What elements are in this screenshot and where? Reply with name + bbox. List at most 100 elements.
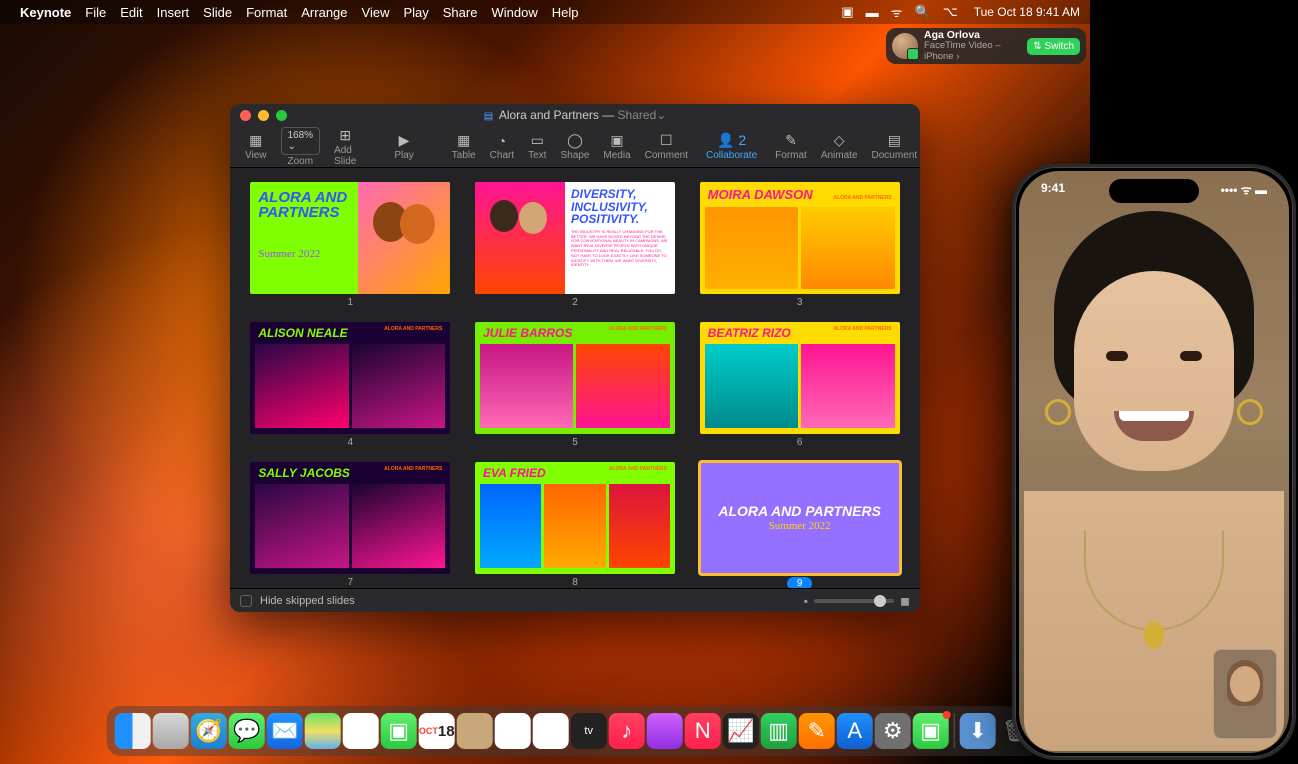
play-button[interactable]: ▶Play [389,132,418,161]
menu-file[interactable]: File [85,5,106,20]
dock-facetime-app[interactable]: ▣ [913,713,949,749]
comment-button[interactable]: ☐Comment [640,132,693,161]
collaborate-icon: 👤 2 [717,132,746,149]
dock-music[interactable]: ♪ [609,713,645,749]
slide-6-tag: ALORA AND PARTNERS [834,326,892,340]
menu-edit[interactable]: Edit [120,5,142,20]
slide-3[interactable]: MOIRA DAWSONALORA AND PARTNERS [700,182,900,294]
view-button[interactable]: ▦View [240,132,272,161]
dock-downloads[interactable]: ⬇ [960,713,996,749]
slide-8[interactable]: EVA FRIEDALORA AND PARTNERS [475,462,675,574]
media-button[interactable]: ▣Media [598,132,635,161]
battery-icon[interactable]: ▬ [866,5,879,20]
slide-num-4: 4 [348,437,354,448]
menu-window[interactable]: Window [491,5,537,20]
slide-2[interactable]: DIVERSITY, INCLUSIVITY, POSITIVITY.THE I… [475,182,675,294]
camera-icon[interactable]: ▣ [841,4,853,20]
chart-icon: ◔ [498,133,506,149]
table-icon: ▦ [457,132,470,149]
iphone-time: 9:41 [1041,181,1065,198]
minimize-button[interactable] [258,110,269,121]
animate-icon: ◇ [834,132,845,149]
slide-9[interactable]: ALORA AND PARTNERSSummer 2022 [700,462,900,574]
switch-icon: ⇅ [1033,41,1041,52]
document-button[interactable]: ▤Document [867,132,920,161]
toolbar: ▦View 168% ⌄Zoom ⊞Add Slide ▶Play ▦Table… [230,126,920,168]
dock-numbers[interactable]: ▥ [761,713,797,749]
dock-news[interactable]: N [685,713,721,749]
slide-2-body: THE INDUSTRY IS REALLY CHANGING FOR THE … [571,230,669,268]
slide-7[interactable]: SALLY JACOBSALORA AND PARTNERS [250,462,450,574]
facetime-caller-face [1044,231,1264,511]
slide-3-tag: ALORA AND PARTNERS [834,195,892,201]
dock-settings[interactable]: ⚙ [875,713,911,749]
menu-insert[interactable]: Insert [157,5,190,20]
dock-tv[interactable]: tv [571,713,607,749]
slide-1-subtitle: Summer 2022 [258,248,350,260]
dock-mail[interactable]: ✉️ [267,713,303,749]
thumbnail-size-slider[interactable] [814,599,894,603]
dock-notes[interactable] [533,713,569,749]
menu-slide[interactable]: Slide [203,5,232,20]
iphone-status-icons: •••• ᯤ ▬ [1221,181,1267,198]
menu-help[interactable]: Help [552,5,579,20]
iphone-screen: 9:41 •••• ᯤ ▬ [1019,171,1289,753]
dock-calendar[interactable]: OCT18 [419,713,455,749]
menu-share[interactable]: Share [443,5,478,20]
dock-photos[interactable]: ❀ [343,713,379,749]
slide-5[interactable]: JULIE BARROSALORA AND PARTNERS [475,322,675,434]
menu-arrange[interactable]: Arrange [301,5,347,20]
slide-4[interactable]: ALISON NEALEALORA AND PARTNERS [250,322,450,434]
fullscreen-button[interactable] [276,110,287,121]
dock-safari[interactable]: 🧭 [191,713,227,749]
dock-reminders[interactable] [495,713,531,749]
menu-play[interactable]: Play [403,5,428,20]
spotlight-icon[interactable]: 🔍 [915,4,931,20]
text-button[interactable]: ▭Text [523,132,551,161]
close-button[interactable] [240,110,251,121]
dock-messages[interactable]: 💬 [229,713,265,749]
app-name[interactable]: Keynote [20,5,71,20]
menu-format[interactable]: Format [246,5,287,20]
dock-finder[interactable] [115,713,151,749]
switch-button[interactable]: ⇅ Switch [1027,38,1080,55]
shape-button[interactable]: ◯Shape [555,132,594,161]
dock-launchpad[interactable] [153,713,189,749]
dock-stocks[interactable]: 📈 [723,713,759,749]
view-icon: ▦ [249,132,262,149]
animate-button[interactable]: ◇Animate [816,132,863,161]
switch-label: Switch [1045,41,1074,52]
dock-facetime[interactable]: ▣ [381,713,417,749]
slide-6[interactable]: BEATRIZ RIZOALORA AND PARTNERS [700,322,900,434]
facetime-handoff-notification[interactable]: Aga Orlova FaceTime Video – iPhone › ⇅ S… [886,28,1086,64]
slide-1[interactable]: ALORA AND PARTNERSSummer 2022 [250,182,450,294]
wifi-icon[interactable]: ᯤ [891,3,903,21]
hide-skipped-checkbox[interactable] [240,595,252,607]
control-center-icon[interactable]: ⌥ [943,4,958,20]
collaborate-button[interactable]: 👤 2Collaborate [701,132,762,161]
slide-num-5: 5 [572,437,578,448]
zoom-control[interactable]: 168% ⌄Zoom [276,127,326,167]
add-slide-button[interactable]: ⊞Add Slide [329,127,361,167]
dock-podcasts[interactable] [647,713,683,749]
slide-9-title: ALORA AND PARTNERS [718,504,881,519]
thumbnail-small-icon[interactable]: ▪ [804,594,808,608]
thumbnail-large-icon[interactable]: ◼ [900,594,910,608]
dock-appstore[interactable]: A [837,713,873,749]
slide-num-1: 1 [348,297,354,308]
menubar-date[interactable]: Tue Oct 18 9:41 AM [974,5,1080,19]
comment-icon: ☐ [660,132,673,149]
dock-pages[interactable]: ✎ [799,713,835,749]
slide-7-title: SALLY JACOBS [258,466,350,480]
notification-subtitle: FaceTime Video – iPhone › [924,41,1021,63]
facetime-pip-self-view[interactable] [1213,649,1277,739]
chart-button[interactable]: ◔Chart [485,133,519,161]
table-button[interactable]: ▦Table [447,132,481,161]
slide-num-9: 9 [787,577,813,588]
window-titlebar[interactable]: ▤ Alora and Partners — Shared⌄ [230,104,920,126]
dock-contacts[interactable] [457,713,493,749]
format-button[interactable]: ✎Format [770,132,812,161]
iphone-device: 9:41 •••• ᯤ ▬ [1012,164,1296,760]
menu-view[interactable]: View [362,5,390,20]
dock-maps[interactable] [305,713,341,749]
